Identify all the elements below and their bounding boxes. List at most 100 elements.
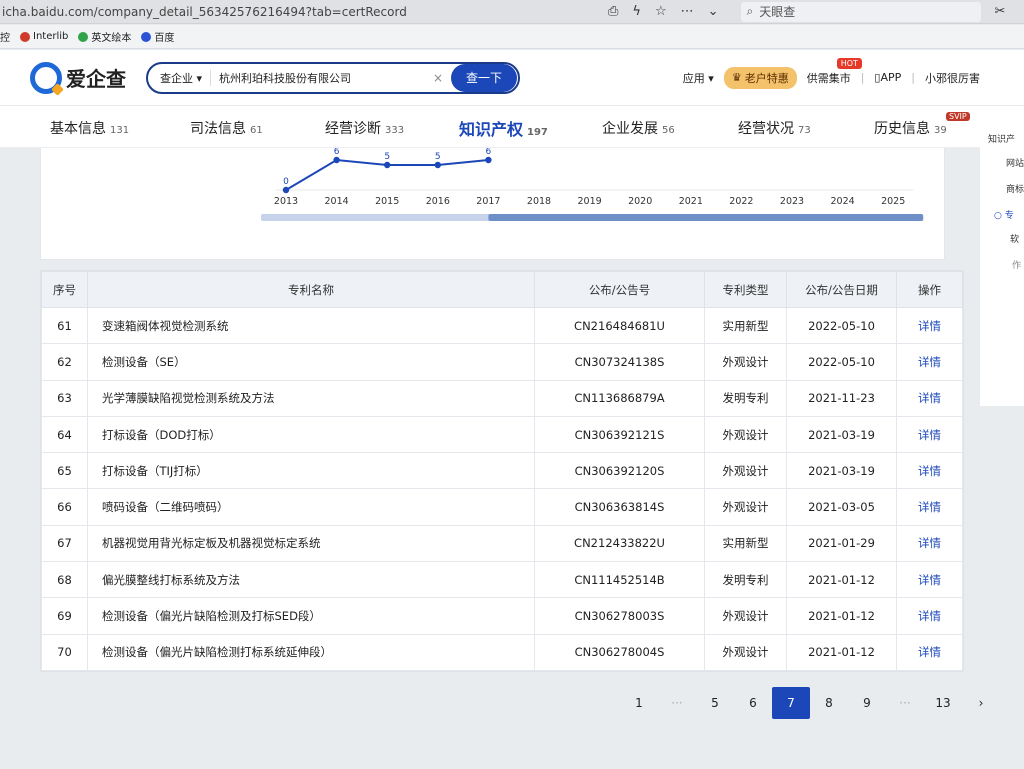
data-label: 6 [334,148,340,157]
page-button[interactable]: 13 [924,687,962,719]
apps-menu[interactable]: 应用 ▾ [683,70,714,86]
x-tick-label: 2016 [426,196,450,207]
cell-date: 2021-01-12 [786,561,897,599]
chevron-down-icon[interactable]: ⌄ [708,4,719,19]
bookmark-item[interactable]: 英文绘本 [78,29,131,44]
url-text[interactable]: icha.baidu.com/company_detail_5634257621… [0,5,600,19]
screenshot-icon[interactable]: ⎙ [608,4,618,19]
bookmark-item[interactable]: Interlib [20,31,68,42]
details-link[interactable]: 详情 [896,561,963,599]
svip-badge: SVIP [946,112,970,121]
logo-q-icon [30,61,62,94]
x-tick-label: 2015 [375,196,399,207]
app-link[interactable]: ▯APP [874,71,901,84]
page-button[interactable]: 8 [810,687,848,719]
side-item[interactable]: 知识产 [988,132,1015,145]
star-icon[interactable]: ☆ [655,4,667,19]
more-icon[interactable]: ⋯ [681,4,694,19]
cell-date: 2021-01-12 [786,633,897,671]
details-link[interactable]: 详情 [896,415,963,454]
x-tick-label: 2020 [628,196,652,207]
cell-type: 实用新型 [704,306,787,345]
details-link[interactable]: 详情 [896,343,963,381]
cell-type: 外观设计 [704,452,787,490]
user-name[interactable]: 小邪很厉害 [925,70,980,86]
data-point [485,156,492,164]
cell-code: CN216484681U [534,306,705,345]
tab-history[interactable]: 历史信息 39 [874,118,947,138]
cell-name: 打标设备（DOD打标） [87,415,535,454]
scissors-icon[interactable]: ✂ [995,4,1006,19]
table-row: 70 检测设备（偏光片缺陷检测打标系统延伸段） CN306278004S 外观设计 20… [41,633,963,671]
x-tick-label: 2018 [527,196,551,207]
search-category-select[interactable]: 查企业 ▾ [148,69,212,86]
column-header: 操作 [896,271,963,308]
cell-type: 发明专利 [704,561,787,599]
site-logo[interactable]: 爱企查 [30,61,126,94]
cell-type: 发明专利 [704,379,787,417]
cell-name: 检测设备（偏光片缺陷检测打标系统延伸段） [87,633,535,671]
search-input[interactable] [211,71,425,84]
bookmark-item[interactable]: 百度 [141,29,174,44]
wechat-icon [78,31,89,42]
tab-development[interactable]: 企业发展 56 [602,118,675,138]
hot-badge: HOT [836,57,862,69]
table-row: 64 打标设备（DOD打标） CN306392121S 外观设计 2021-03-19 详… [41,415,963,454]
page-button[interactable]: 5 [696,687,734,719]
company-tabs: 基本信息 131 司法信息 61 经营诊断 333 知识产权 197 企业发展 56 经营… [0,106,980,148]
side-item-active[interactable]: ○ 专 [994,208,1014,221]
bookmark-item[interactable]: 控 [0,29,10,44]
tab-basic-info[interactable]: 基本信息 131 [50,118,129,138]
page-button[interactable]: 6 [734,687,772,719]
details-link[interactable]: 详情 [896,488,963,526]
details-link[interactable]: 详情 [896,379,963,417]
baidu-paw-icon [141,31,152,42]
column-header: 公布/公告号 [534,271,705,308]
table-row: 69 检测设备（偏光片缺陷检测及打标SED段） CN306278003S 外观设计 20… [41,597,963,635]
page-button[interactable]: 9 [848,687,886,719]
trend-chart-svg: 2013 2014 2015 2016 2017 2018 2019 2020 2021 2022… [261,148,924,221]
details-link[interactable]: 详情 [896,597,963,635]
tab-judicial-info[interactable]: 司法信息 61 [190,118,263,138]
page-button[interactable]: 1 [620,687,658,719]
supply-market-link[interactable]: HOT 供需集市 [807,57,862,86]
clear-icon[interactable]: × [425,71,451,85]
browser-search-box[interactable]: ⌕ 天眼查 [740,1,981,22]
cell-name: 打标设备（TIJ打标） [87,452,535,490]
cell-code: CN306278003S [534,597,705,635]
search-icon: ⌕ [746,4,754,18]
url-actions: ⎙ ϟ ☆ ⋯ ⌄ [608,4,719,19]
x-tick-label: 2014 [325,196,349,207]
details-link[interactable]: 详情 [896,524,963,563]
tab-intellectual-property[interactable]: 知识产权 197 [459,116,548,140]
side-item[interactable]: 作 [1012,258,1021,271]
lightning-icon[interactable]: ϟ [632,4,641,19]
details-link[interactable]: 详情 [896,633,963,671]
next-page-icon[interactable]: › [962,687,1000,719]
cell-date: 2022-05-10 [786,343,897,381]
side-item[interactable]: 商标 [1006,182,1024,195]
side-navigation: 知识产 网站 商标 ○ 专 软 作 [980,106,1024,406]
side-item[interactable]: 网站 [1006,156,1024,169]
browser-url-bar: icha.baidu.com/company_detail_5634257621… [0,0,1024,24]
tab-business-diagnosis[interactable]: 经营诊断 333 [325,118,404,138]
page-button-active[interactable]: 7 [772,687,810,719]
browser-search-placeholder: 天眼查 [759,5,796,19]
cell-name: 检测设备（偏光片缺陷检测及打标SED段） [87,597,535,635]
search-button[interactable]: 查一下 [451,63,517,92]
cell-date: 2021-03-19 [786,415,897,454]
bookmark-favicon-icon [20,31,30,42]
details-link[interactable]: 详情 [896,306,963,345]
table-row: 62 检测设备（SE） CN307324138S 外观设计 2022-05-10 详情 [41,343,963,381]
cell-type: 外观设计 [704,415,787,454]
cell-code: CN306278004S [534,633,705,671]
data-point [434,161,441,169]
x-tick-label: 2023 [780,196,804,207]
table-row: 61 变速箱阀体视觉检测系统 CN216484681U 实用新型 2022-05-10 详… [41,306,963,345]
vip-offer-button[interactable]: ♛ 老户特惠 [723,66,797,89]
cell-code: CN212433822U [534,524,705,563]
x-tick-label: 2013 [274,196,298,207]
details-link[interactable]: 详情 [896,452,963,490]
side-item[interactable]: 软 [1010,232,1019,245]
tab-operating-status[interactable]: 经营状况 73 [738,118,811,138]
